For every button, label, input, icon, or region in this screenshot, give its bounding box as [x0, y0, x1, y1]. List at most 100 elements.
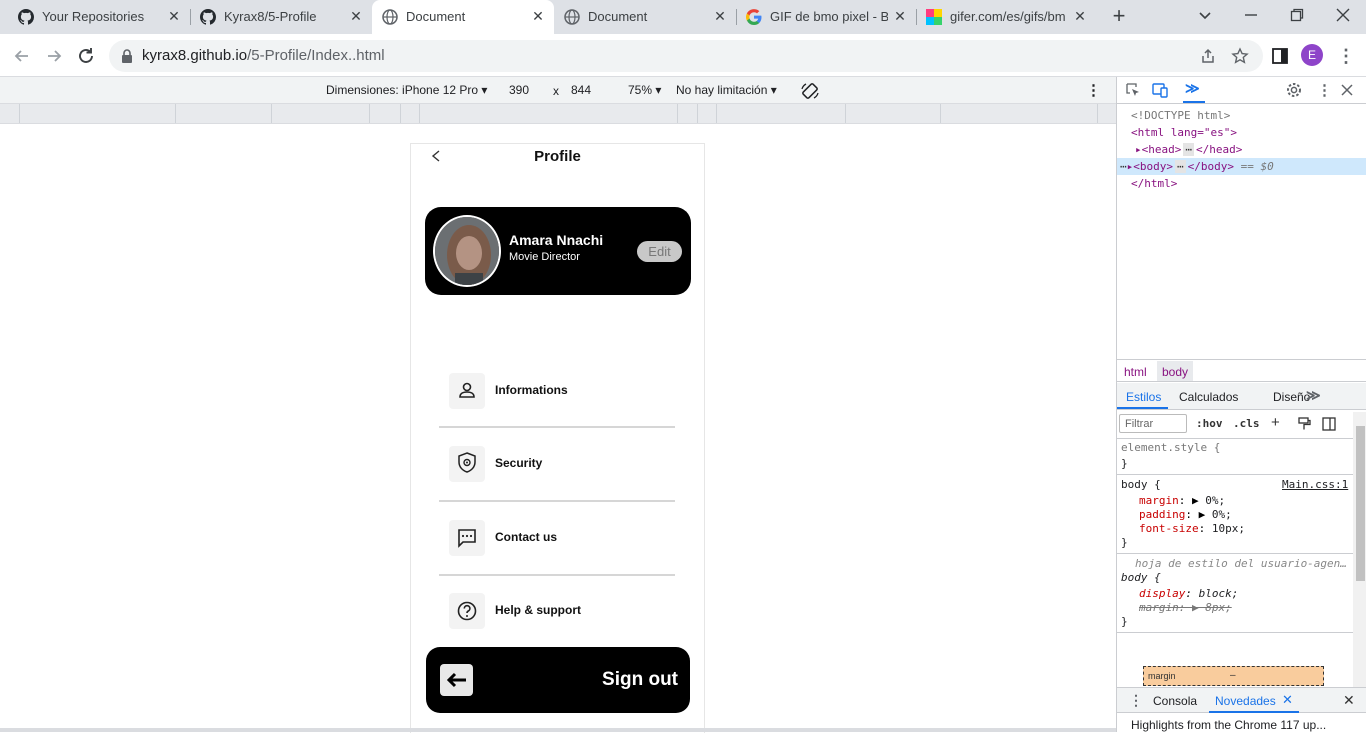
close-icon[interactable]: ✕	[348, 8, 364, 25]
lock-icon[interactable]	[119, 48, 135, 64]
breadcrumb-html[interactable]: html	[1124, 365, 1147, 379]
dom-doctype[interactable]: <!DOCTYPE html>	[1131, 109, 1230, 122]
tab-gif-bmo[interactable]: GIF de bmo pixel - Bu ✕	[736, 0, 916, 34]
edit-button[interactable]: Edit	[637, 241, 682, 262]
selected-ref: == $0	[1240, 160, 1274, 173]
menu-item-informations[interactable]: Informations	[449, 371, 689, 411]
dom-head[interactable]: ▸<head> ⋯ </head>	[1135, 143, 1242, 156]
address-bar[interactable]: kyrax8.github.io/5-Profile/Index..html	[109, 40, 1263, 72]
tab-your-repositories[interactable]: Your Repositories ✕	[8, 0, 190, 34]
ruler-segment[interactable]	[1097, 104, 1098, 123]
zoom-dropdown[interactable]: 75% ▾	[628, 83, 661, 97]
throttle-dropdown[interactable]: No hay limitación ▾	[676, 83, 777, 97]
inspect-element-icon[interactable]	[1125, 82, 1141, 98]
tab-novedades[interactable]: Novedades	[1215, 694, 1276, 708]
dom-html-close[interactable]: </html>	[1131, 177, 1177, 190]
tab-kyrax8-5-profile[interactable]: Kyrax8/5-Profile ✕	[190, 0, 372, 34]
restore-icon[interactable]	[1288, 6, 1306, 24]
profile-avatar[interactable]: E	[1301, 44, 1323, 66]
ruler-segment[interactable]	[940, 104, 941, 123]
hov-toggle[interactable]: :hov	[1196, 417, 1223, 430]
decl-font-size[interactable]: font-size: 10px;	[1139, 522, 1245, 535]
ruler-segment[interactable]	[369, 104, 370, 123]
close-icon[interactable]: ✕	[166, 8, 182, 25]
share-icon[interactable]	[1199, 47, 1217, 65]
rule-close: }	[1121, 615, 1128, 628]
paint-roller-icon[interactable]	[1297, 417, 1311, 431]
decl-padding[interactable]: padding: ▶ 0%;	[1139, 508, 1232, 521]
back-arrow-icon[interactable]	[10, 44, 34, 68]
device-label: Dimensiones: iPhone 12 Pro	[326, 83, 479, 97]
minimize-icon[interactable]	[1242, 6, 1260, 24]
source-link[interactable]: Main.css:1	[1282, 478, 1348, 491]
breadcrumb-body[interactable]: body	[1157, 361, 1194, 381]
rotate-icon[interactable]	[800, 81, 820, 101]
close-drawer-icon[interactable]: ✕	[1343, 692, 1355, 709]
close-window-icon[interactable]	[1334, 6, 1352, 24]
body-selector[interactable]: body {	[1121, 478, 1161, 491]
cls-toggle[interactable]: .cls	[1233, 417, 1260, 430]
menu-item-help[interactable]: Help & support	[449, 591, 689, 631]
tab-consola[interactable]: Consola	[1153, 694, 1197, 708]
person-icon	[449, 373, 485, 409]
ruler-segment[interactable]	[845, 104, 846, 123]
device-toggle-icon[interactable]	[1152, 82, 1168, 98]
ruler-segment[interactable]	[271, 104, 272, 123]
tab-document-active[interactable]: Document ✕	[372, 0, 554, 34]
close-icon[interactable]: ✕	[892, 8, 908, 25]
toggle-sidebar-icon[interactable]	[1322, 417, 1336, 431]
ellipsis-icon[interactable]: ⋯	[1183, 143, 1194, 156]
tab-gifer[interactable]: gifer.com/es/gifs/bm ✕	[916, 0, 1096, 34]
tab-search-icon[interactable]	[1196, 6, 1214, 24]
width-input[interactable]: 390	[509, 83, 529, 97]
close-icon[interactable]: ✕	[1072, 8, 1088, 25]
ruler-segment[interactable]	[697, 104, 698, 123]
tab-diseno[interactable]: Diseño	[1273, 390, 1310, 404]
ruler-segment[interactable]	[175, 104, 176, 123]
tab-calculados[interactable]: Calculados	[1179, 390, 1238, 404]
sign-out-button[interactable]: Sign out	[426, 647, 690, 713]
drawer-menu-icon[interactable]: ⋮	[1129, 692, 1143, 709]
ruler-segment[interactable]	[677, 104, 678, 123]
divider	[1117, 632, 1353, 633]
menu-item-contact[interactable]: Contact us	[449, 518, 689, 558]
close-icon[interactable]: ✕	[530, 8, 546, 25]
device-more-icon[interactable]: ⋮	[1086, 81, 1101, 99]
close-tab-icon[interactable]: ✕	[1282, 692, 1293, 708]
ruler-segment[interactable]	[400, 104, 401, 123]
chrome-menu-icon[interactable]: ⋮	[1334, 44, 1358, 68]
side-panel-icon[interactable]	[1268, 44, 1292, 68]
dom-html-open[interactable]: <html lang="es">	[1131, 126, 1237, 139]
more-tabs-icon[interactable]: ≫	[1306, 387, 1321, 404]
devtools-menu-icon[interactable]: ⋮	[1317, 81, 1332, 99]
ellipsis-icon[interactable]: ⋯	[1175, 160, 1186, 173]
settings-gear-icon[interactable]	[1285, 81, 1303, 99]
styles-scrollbar[interactable]	[1353, 412, 1366, 687]
forward-arrow-icon[interactable]	[42, 44, 66, 68]
close-icon[interactable]: ✕	[712, 8, 728, 25]
scrollbar-thumb[interactable]	[1356, 426, 1365, 581]
tab-document[interactable]: Document ✕	[554, 0, 736, 34]
menu-item-security[interactable]: Security	[449, 444, 689, 484]
bookmark-star-icon[interactable]	[1231, 47, 1249, 65]
tab-estilos[interactable]: Estilos	[1126, 390, 1161, 404]
page-title: Profile	[534, 148, 581, 165]
decl-margin[interactable]: margin: ▶ 0%;	[1139, 494, 1225, 507]
height-input[interactable]: 844	[571, 83, 591, 97]
ruler-segment[interactable]	[419, 104, 420, 123]
horizontal-scrollbar[interactable]	[0, 728, 1116, 732]
add-rule-icon[interactable]: +	[1271, 414, 1280, 431]
phone-screen: Profile Amara Nnachi Movie Director Edit…	[410, 143, 705, 733]
reload-icon[interactable]	[74, 44, 98, 68]
element-style-rule[interactable]: element.style {	[1121, 441, 1220, 454]
dom-body[interactable]: ⋯▸<body> ⋯ </body> == $0	[1120, 160, 1274, 173]
filter-input[interactable]: Filtrar	[1119, 414, 1187, 433]
ruler-segment[interactable]	[19, 104, 20, 123]
more-tabs-icon[interactable]: ≫	[1185, 80, 1205, 97]
close-devtools-icon[interactable]	[1340, 83, 1354, 97]
node-ellipsis-icon[interactable]: ⋯	[1120, 160, 1127, 173]
new-tab-icon[interactable]: +	[1108, 5, 1130, 28]
box-model-margin[interactable]: margin –	[1143, 666, 1324, 686]
ruler-segment[interactable]	[716, 104, 717, 123]
device-dropdown[interactable]: Dimensiones: iPhone 12 Pro ▾	[326, 83, 487, 97]
